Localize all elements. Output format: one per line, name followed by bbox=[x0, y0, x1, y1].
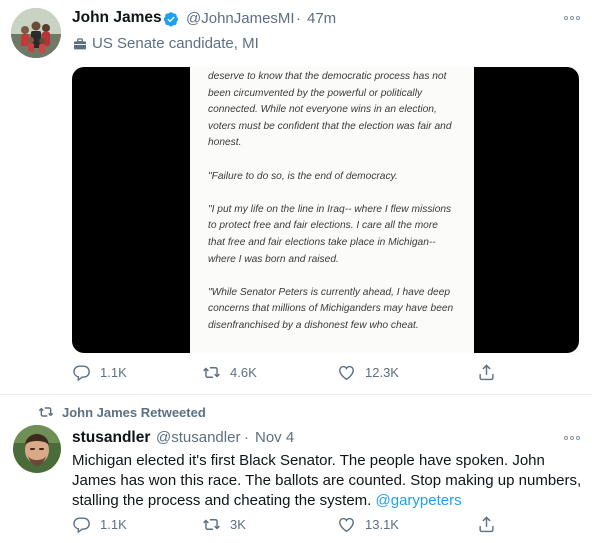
account-label: US Senate candidate, MI bbox=[72, 35, 259, 52]
more-options-icon[interactable] bbox=[562, 13, 582, 23]
tweet-actions: 1.1K 3K 13.1K bbox=[72, 515, 502, 535]
retweet-button[interactable]: 4.6K bbox=[202, 363, 257, 382]
share-icon bbox=[479, 516, 494, 533]
retweet-icon bbox=[203, 519, 220, 530]
retweet-icon bbox=[203, 367, 220, 378]
document-paragraph: "I put my life on the line in Iraq-- whe… bbox=[208, 203, 452, 265]
like-icon bbox=[339, 517, 354, 533]
document-paragraph: "Failure to do so, is the end of democra… bbox=[208, 170, 398, 182]
retweet-context-text: John James Retweeted bbox=[62, 404, 206, 420]
tweet-timestamp[interactable]: Nov 4 bbox=[255, 429, 294, 446]
author-name[interactable]: John James bbox=[72, 9, 162, 27]
account-label-text: US Senate candidate, MI bbox=[92, 35, 259, 52]
tweet-actions: 1.1K 4.6K 12.3K bbox=[72, 363, 502, 383]
avatar-stusandler[interactable] bbox=[13, 425, 61, 473]
tweet-image[interactable]: deserve to know that the democratic proc… bbox=[72, 67, 579, 353]
share-button[interactable] bbox=[477, 363, 496, 382]
portrait-photo-icon bbox=[13, 425, 61, 473]
tweet-timestamp[interactable]: 47m bbox=[307, 10, 336, 27]
reply-button[interactable]: 1.1K bbox=[72, 363, 127, 382]
share-icon bbox=[479, 364, 494, 381]
reply-button[interactable]: 1.1K bbox=[72, 515, 127, 534]
retweet-count: 3K bbox=[230, 517, 246, 532]
document-paragraph: deserve to know that the democratic proc… bbox=[208, 71, 452, 149]
like-button[interactable]: 12.3K bbox=[337, 363, 399, 382]
more-options-icon[interactable] bbox=[562, 433, 582, 443]
like-icon bbox=[339, 365, 354, 381]
family-photo-icon bbox=[11, 8, 61, 58]
like-button[interactable]: 13.1K bbox=[337, 515, 399, 534]
share-button[interactable] bbox=[477, 515, 496, 534]
like-count: 13.1K bbox=[365, 517, 399, 532]
avatar-john-james[interactable] bbox=[11, 8, 61, 58]
statement-document: deserve to know that the democratic proc… bbox=[190, 67, 474, 353]
mention-link[interactable]: @garypeters bbox=[376, 492, 462, 509]
document-paragraph: "While Senator Peters is currently ahead… bbox=[208, 286, 454, 331]
briefcase-icon bbox=[74, 37, 86, 49]
retweet-icon bbox=[38, 407, 54, 417]
reply-count: 1.1K bbox=[100, 365, 127, 380]
retweet-count: 4.6K bbox=[230, 365, 257, 380]
tweet-text-body: Michigan elected it's first Black Senato… bbox=[72, 452, 582, 509]
reply-icon bbox=[73, 517, 90, 534]
author-handle[interactable]: @stusandler bbox=[156, 429, 240, 446]
reply-count: 1.1K bbox=[100, 517, 127, 532]
like-count: 12.3K bbox=[365, 365, 399, 380]
author-handle[interactable]: @JohnJamesMI bbox=[186, 10, 295, 27]
author-name[interactable]: stusandler bbox=[72, 429, 150, 447]
retweet-button[interactable]: 3K bbox=[202, 515, 246, 534]
verified-badge-icon bbox=[163, 12, 178, 27]
retweet-context[interactable]: John James Retweeted bbox=[38, 404, 206, 420]
tweet-text: Michigan elected it's first Black Senato… bbox=[72, 451, 582, 511]
reply-icon bbox=[73, 365, 90, 382]
separator-dot: · bbox=[296, 10, 301, 27]
tweet-john-james[interactable]: John James @JohnJamesMI · 47m US Senate … bbox=[0, 0, 592, 395]
separator-dot: · bbox=[244, 429, 249, 446]
